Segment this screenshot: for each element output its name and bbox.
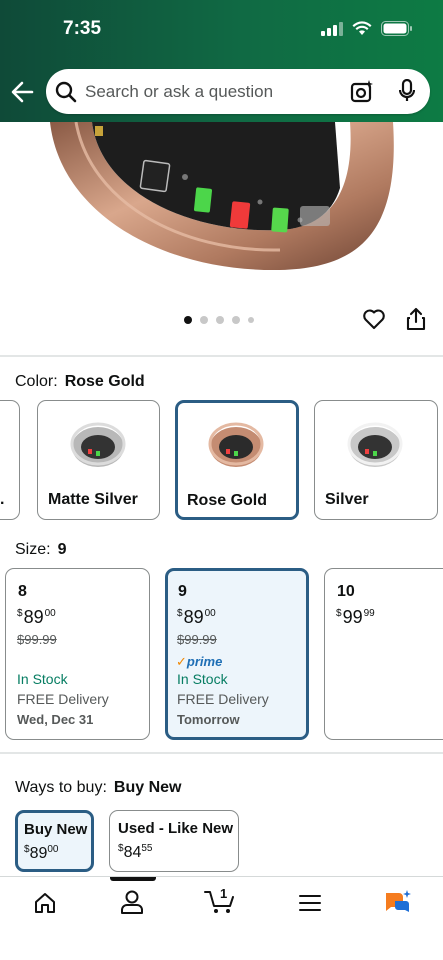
wifi-icon	[352, 21, 372, 35]
buy-option-price: $8900	[24, 844, 59, 862]
size-price: $8900	[177, 607, 216, 627]
camera-lens-icon[interactable]	[350, 80, 374, 104]
ways-to-buy-selected: Buy New	[113, 779, 182, 796]
smart-ring-image	[50, 122, 394, 271]
size-number: 9	[178, 583, 187, 600]
color-swatch-partial[interactable]: .	[0, 400, 20, 520]
product-image[interactable]	[0, 122, 443, 297]
delivery-text: FREE Delivery	[177, 691, 269, 707]
buy-new-option[interactable]: Buy New $8900	[15, 810, 94, 872]
image-carousel-dots[interactable]	[184, 316, 254, 324]
app-header: 7:35 Search or ask a question	[0, 0, 443, 122]
stock-status: In Stock	[17, 671, 68, 687]
delivery-date: Wed, Dec 31	[17, 712, 94, 727]
ways-to-buy-label: Ways to buy:	[15, 779, 107, 796]
ways-to-buy-label-row: Ways to buy: Buy New	[15, 779, 181, 797]
ring-thumbnail-icon	[70, 422, 126, 467]
list-price: $99.99	[17, 632, 57, 647]
size-option-9[interactable]: 9 $8900 $99.99 ✓prime In Stock FREE Deli…	[165, 568, 309, 740]
account-icon[interactable]	[120, 889, 144, 915]
color-label-row: Color: Rose Gold	[15, 373, 145, 391]
carousel-dot[interactable]	[184, 316, 192, 324]
buy-option-title: Buy New	[24, 821, 88, 838]
carousel-dot[interactable]	[248, 317, 254, 323]
carousel-dot[interactable]	[232, 316, 240, 324]
buy-option-price: $8455	[118, 843, 153, 861]
ring-thumbnail-icon	[208, 422, 264, 467]
size-option-8[interactable]: 8 $8900 $99.99 In Stock FREE Delivery We…	[5, 568, 150, 740]
swatch-label: Silver	[325, 491, 369, 508]
battery-icon	[381, 21, 412, 36]
search-bar[interactable]: Search or ask a question	[46, 69, 430, 114]
prime-check-icon: ✓	[176, 654, 187, 669]
status-icons	[321, 21, 413, 36]
size-price: $9999	[336, 607, 375, 627]
color-label: Color:	[15, 373, 58, 390]
color-selected-value: Rose Gold	[64, 373, 145, 390]
delivery-text: FREE Delivery	[17, 691, 109, 707]
carousel-dot[interactable]	[216, 316, 224, 324]
back-arrow-icon[interactable]	[10, 78, 36, 106]
carousel-dot[interactable]	[200, 316, 208, 324]
swatch-label: Matte Silver	[48, 491, 138, 508]
home-icon[interactable]	[33, 891, 57, 915]
size-label-row: Size: 9	[15, 541, 66, 559]
list-price: $99.99	[177, 632, 217, 647]
cart-count-badge: 1	[220, 886, 228, 901]
partial-label: .	[0, 491, 5, 508]
section-divider	[0, 752, 443, 754]
active-tab-indicator	[110, 877, 156, 881]
used-like-new-option[interactable]: Used - Like New $8455	[109, 810, 239, 872]
heart-icon[interactable]	[362, 307, 386, 331]
size-price: $8900	[17, 607, 56, 627]
prime-badge: ✓prime	[176, 654, 223, 669]
size-option-10[interactable]: 10 $9999	[324, 568, 443, 740]
delivery-date: Tomorrow	[177, 712, 240, 727]
size-label: Size:	[15, 541, 51, 558]
color-swatch-matte-silver[interactable]: Matte Silver	[37, 400, 160, 520]
rufus-icon[interactable]	[383, 889, 411, 915]
ring-thumbnail-icon	[347, 422, 403, 467]
search-input[interactable]: Search or ask a question	[85, 82, 273, 102]
buy-option-title: Used - Like New	[118, 820, 234, 837]
size-selected-value: 9	[57, 541, 67, 558]
microphone-icon[interactable]	[399, 79, 415, 103]
menu-icon[interactable]	[299, 894, 321, 912]
color-swatch-rose-gold[interactable]: Rose Gold	[175, 400, 299, 520]
cellular-signal-icon	[321, 21, 343, 36]
search-icon	[55, 81, 77, 103]
status-time: 7:35	[63, 18, 102, 39]
swatch-label: Rose Gold	[187, 492, 268, 509]
color-swatch-silver[interactable]: Silver	[314, 400, 438, 520]
stock-status: In Stock	[177, 671, 228, 687]
share-icon[interactable]	[405, 307, 427, 331]
size-number: 10	[337, 583, 355, 600]
size-number: 8	[18, 583, 27, 600]
section-divider	[0, 355, 443, 357]
